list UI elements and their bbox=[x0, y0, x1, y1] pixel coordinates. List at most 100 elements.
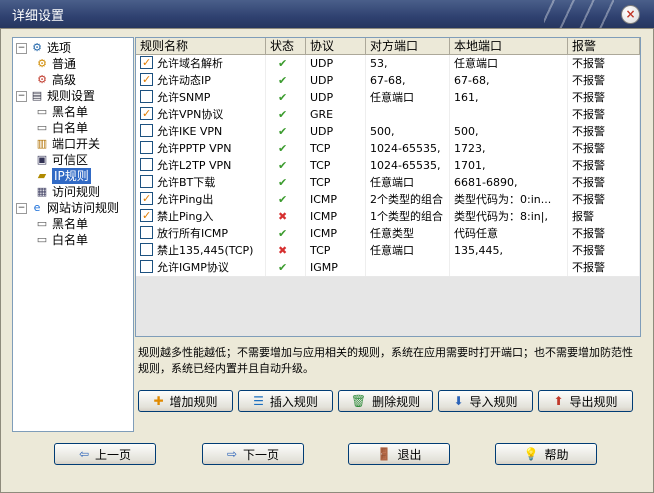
alarm-cell: 不报警 bbox=[568, 72, 640, 89]
tree-item[interactable]: − ▤ 规则设置 bbox=[16, 88, 95, 104]
rule-name: 允许PPTP VPN bbox=[157, 142, 232, 155]
table-row[interactable]: 允许Ping出 ✔ ICMP2个类型的组合类型代码为：0:in...不报警 bbox=[136, 191, 640, 209]
rule-enable-checkbox[interactable] bbox=[140, 90, 153, 103]
rule-button[interactable]: 🗑 删除规则 bbox=[338, 390, 433, 412]
nav-button[interactable]: 💡 帮助 bbox=[495, 443, 597, 465]
rule-button[interactable]: ⬆ 导出规则 bbox=[538, 390, 633, 412]
tree-item[interactable]: ▦ 访问规则 bbox=[35, 184, 100, 200]
rule-enable-checkbox[interactable] bbox=[140, 158, 153, 171]
column-header[interactable]: 本地端口 bbox=[450, 38, 568, 54]
table-row[interactable]: 放行所有ICMP ✔ ICMP 任意类型 代码任意 不报警 bbox=[136, 225, 640, 243]
exit-door-icon: 🚪 bbox=[376, 447, 392, 461]
nav-button[interactable]: ⇨ 下一页 bbox=[202, 443, 304, 465]
export-icon: ⬆ bbox=[553, 394, 564, 408]
table-row[interactable]: 允许IKE VPN ✔ UDP 500, 500, 不报警 bbox=[136, 123, 640, 141]
rule-enable-checkbox[interactable] bbox=[140, 124, 153, 137]
gear-icon: ⚙ bbox=[37, 73, 47, 86]
rule-enable-checkbox[interactable] bbox=[140, 106, 153, 122]
button-label: 增加规则 bbox=[169, 394, 218, 409]
status-cell: ✔ bbox=[266, 174, 306, 191]
table-row[interactable]: 允许VPN协议 ✔ GRE 不报警 bbox=[136, 106, 640, 124]
deny-cross-icon: ✖ bbox=[278, 244, 288, 257]
rule-name: 放行所有ICMP bbox=[157, 227, 229, 240]
tree-item[interactable]: ▣ 可信区 bbox=[35, 152, 88, 168]
proto-cell: TCP bbox=[306, 242, 366, 259]
document-icon: ▭ bbox=[36, 121, 48, 134]
table-row[interactable]: 允许PPTP VPN ✔ TCP 1024-65535, 1723, 不报警 bbox=[136, 140, 640, 158]
tree-item[interactable]: ▭ 白名单 bbox=[35, 232, 88, 248]
rule-enable-checkbox[interactable] bbox=[140, 141, 153, 154]
tree-item[interactable]: ▭ 白名单 bbox=[35, 120, 88, 136]
tree-item[interactable]: − ⚙ 选项 bbox=[16, 40, 71, 56]
column-header[interactable]: 对方端口 bbox=[366, 38, 450, 54]
column-header[interactable]: 报警 bbox=[568, 38, 640, 54]
table-row[interactable]: 禁止135,445(TCP) ✖ TCP 任意端口 135,445, 不报警 bbox=[136, 242, 640, 260]
proto-cell: UDP bbox=[306, 72, 366, 89]
gear-icon: ⚙ bbox=[32, 41, 42, 54]
table-row[interactable]: 允许动态IP✔UDP67-68,67-68,不报警 bbox=[136, 72, 640, 90]
remote-cell: 67-68, bbox=[366, 72, 450, 89]
document-icon: ▭ bbox=[36, 233, 48, 246]
rule-name-cell: 放行所有ICMP bbox=[136, 225, 266, 242]
allow-check-icon: ✔ bbox=[278, 159, 288, 172]
tree-item-label: 网站访问规则 bbox=[47, 201, 120, 215]
table-header: 规则名称 状态 协议 对方端口 本地端口 报警 bbox=[136, 38, 640, 55]
column-header[interactable]: 协议 bbox=[306, 38, 366, 54]
status-cell: ✔ bbox=[266, 72, 306, 89]
port-icon: ▥ bbox=[36, 137, 48, 150]
remote-cell bbox=[366, 259, 450, 276]
rule-enable-checkbox[interactable] bbox=[140, 55, 153, 71]
rule-enable-checkbox[interactable] bbox=[140, 175, 153, 188]
table-row[interactable]: 允许BT下载 ✔ TCP 任意端口 6681-6890, 不报警 bbox=[136, 174, 640, 192]
settings-tree[interactable]: − ⚙ 选项 ⚙ 普通 ⚙ 高级 − ▤ 规则设置 ▭ 黑名单 ▭ 白名单 ▥ 端口开关 ▣ 可信区 ▰ IP规则 ▦ 访… bbox=[12, 37, 134, 432]
column-header[interactable]: 状态 bbox=[266, 38, 306, 54]
lightbulb-icon: 💡 bbox=[523, 447, 539, 461]
rule-button[interactable]: ⬇ 导入规则 bbox=[438, 390, 533, 412]
arrow-right-icon: ⇨ bbox=[226, 447, 238, 461]
trash-icon: 🗑 bbox=[350, 394, 367, 408]
rule-button[interactable]: ✚ 增加规则 bbox=[138, 390, 233, 412]
collapse-toggle[interactable]: − bbox=[16, 42, 27, 54]
table-row[interactable]: 允许IGMP协议 ✔ IGMP 不报警 bbox=[136, 259, 640, 277]
rule-enable-checkbox[interactable] bbox=[140, 226, 153, 239]
tree-item[interactable]: ▭ 黑名单 bbox=[35, 104, 88, 120]
close-button[interactable]: × bbox=[621, 5, 640, 24]
tree-item[interactable]: ⚙ 高级 bbox=[35, 72, 76, 88]
button-label: 退出 bbox=[397, 447, 422, 462]
alarm-cell: 不报警 bbox=[568, 140, 640, 157]
rule-enable-checkbox[interactable] bbox=[140, 208, 153, 224]
rule-button[interactable]: ☰ 插入规则 bbox=[238, 390, 333, 412]
tree-item[interactable]: − e 网站访问规则 bbox=[16, 200, 119, 216]
ip-rules-table[interactable]: 规则名称状态协议对方端口本地端口报警 允许域名解析✔UDP53,任意端口不报警允… bbox=[135, 37, 641, 337]
tree-item[interactable]: ▥ 端口开关 bbox=[35, 136, 100, 152]
rule-enable-checkbox[interactable] bbox=[140, 72, 153, 88]
local-cell bbox=[450, 259, 568, 276]
local-cell: 500, bbox=[450, 123, 568, 140]
column-header[interactable]: 规则名称 bbox=[136, 38, 266, 54]
local-cell: 135,445, bbox=[450, 242, 568, 259]
remote-cell: 任意端口 bbox=[366, 89, 450, 106]
title-bar: 详细设置 × bbox=[0, 0, 654, 28]
tree-item[interactable]: ⚙ 普通 bbox=[35, 56, 76, 72]
table-row[interactable]: 允许SNMP ✔ UDP 任意端口 161, 不报警 bbox=[136, 89, 640, 107]
rule-enable-checkbox[interactable] bbox=[140, 191, 153, 207]
collapse-toggle[interactable]: − bbox=[16, 90, 27, 102]
table-row[interactable]: 允许域名解析 ✔ UDP53,任意端口不报警 bbox=[136, 55, 640, 73]
tree-item[interactable]: ▭ 黑名单 bbox=[35, 216, 88, 232]
rule-name: 允许VPN协议 bbox=[157, 108, 224, 121]
nav-button[interactable]: 🚪 退出 bbox=[348, 443, 450, 465]
alarm-cell: 不报警 bbox=[568, 55, 640, 72]
table-row[interactable]: 禁止Ping入 ✖ ICMP1个类型的组合类型代码为：8:in|,报警 bbox=[136, 208, 640, 226]
status-cell: ✔ bbox=[266, 106, 306, 123]
rule-enable-checkbox[interactable] bbox=[140, 260, 153, 273]
proto-cell: UDP bbox=[306, 89, 366, 106]
collapse-toggle[interactable]: − bbox=[16, 202, 27, 214]
rule-name: 允许动态IP bbox=[157, 74, 211, 87]
rule-name: 允许L2TP VPN bbox=[157, 159, 232, 172]
rule-enable-checkbox[interactable] bbox=[140, 243, 153, 256]
tree-item-label: 端口开关 bbox=[52, 137, 101, 151]
table-row[interactable]: 允许L2TP VPN ✔ TCP 1024-65535, 1701, 不报警 bbox=[136, 157, 640, 175]
tree-item[interactable]: ▰ IP规则 bbox=[35, 168, 91, 184]
nav-button[interactable]: ⇦ 上一页 bbox=[54, 443, 156, 465]
document-icon: ▭ bbox=[36, 217, 48, 230]
